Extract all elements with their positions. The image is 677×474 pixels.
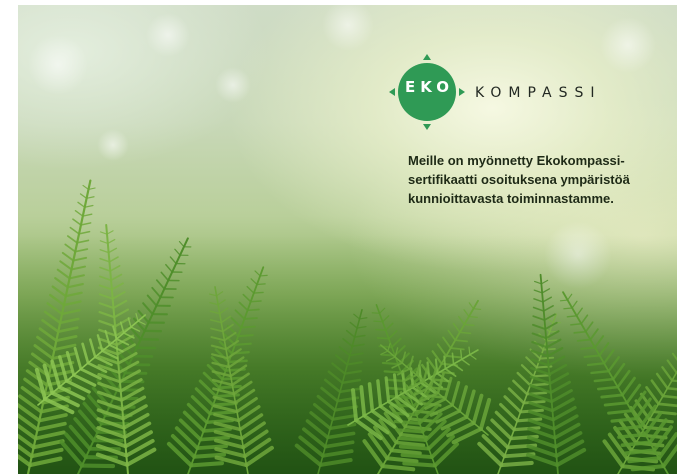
- fern-leaflet: [576, 338, 592, 342]
- fern-leaflet: [460, 349, 463, 361]
- fern-leaflet: [381, 361, 400, 366]
- fern-leaflet: [189, 461, 225, 468]
- fern-leaflet: [545, 339, 558, 342]
- fern-leaflet: [243, 317, 258, 320]
- fern-leaflet: [468, 346, 471, 356]
- fern-leaflet: [402, 461, 437, 468]
- fern-leaflet: [259, 274, 268, 277]
- statement-line: sertifikaatti osoituksena ympäristöä: [408, 172, 630, 187]
- fern-leaflet: [82, 184, 90, 190]
- west-arrow-icon: [389, 88, 395, 96]
- fern-leaflet: [542, 348, 556, 351]
- statement-line: kunnioittavasta toiminnastamme.: [408, 191, 614, 206]
- south-arrow-icon: [423, 124, 431, 130]
- fern-leaflet: [233, 342, 252, 346]
- fern-leaflet: [79, 193, 88, 199]
- fern-leaflet: [249, 300, 262, 303]
- ekokompassi-logo: EKO KOMPASSI: [389, 54, 649, 134]
- fern-leaflet: [198, 435, 230, 442]
- fern-leaflet: [383, 370, 403, 374]
- logo-kompassi-text: KOMPASSI: [475, 85, 602, 101]
- fern-leaflet: [559, 299, 569, 302]
- fern-leaflet: [459, 331, 472, 335]
- fern-leaflet: [72, 218, 82, 226]
- fern-leaflet: [472, 308, 482, 310]
- fern-leaflet: [373, 320, 384, 323]
- fern-leaflet: [468, 315, 478, 319]
- fern-leaflet: [443, 355, 447, 370]
- page: EKO KOMPASSI Meille on myönnetty Ekokomp…: [0, 0, 677, 474]
- fern-leaflet: [78, 230, 91, 235]
- fern-leaflet: [77, 201, 86, 208]
- fern-leaflet: [566, 315, 578, 318]
- fern-leaflet: [563, 307, 573, 310]
- fern-leaflet: [570, 322, 583, 326]
- fern-leaflet: [400, 453, 434, 460]
- logo-eko-text: EKO: [405, 78, 454, 96]
- fern-leaflet: [499, 460, 534, 468]
- fern-leaflet: [397, 436, 428, 442]
- fern-leaflet: [393, 419, 422, 425]
- fern-leaflet: [395, 428, 425, 434]
- fern-leaflet: [256, 283, 266, 286]
- north-arrow-icon: [423, 54, 431, 60]
- fern-leaflet: [211, 401, 238, 407]
- fern-leaflet: [573, 330, 587, 334]
- fern-leaflet: [463, 323, 475, 327]
- fern-leaflet: [205, 418, 234, 425]
- fern-leaflet: [253, 291, 264, 294]
- statement-line: Meille on myönnetty Ekokompassi-: [408, 153, 625, 168]
- fern-leaflet: [398, 444, 431, 451]
- fern-leaflet: [217, 384, 242, 390]
- fern-leaflet: [539, 356, 555, 360]
- certification-statement: Meille on myönnetty Ekokompassi- sertifi…: [408, 151, 658, 208]
- fern-leaflet: [451, 352, 455, 365]
- fern-leaflet: [237, 334, 254, 338]
- fern-leaflet: [195, 444, 228, 451]
- fern-leaflet: [106, 230, 114, 235]
- fern-leaflet: [449, 347, 465, 351]
- fern-leaflet: [371, 312, 381, 314]
- fern-leaflet: [246, 308, 260, 312]
- fern-leaflet: [375, 328, 387, 331]
- fern-leaflet: [69, 226, 80, 235]
- fern-leaflet: [240, 325, 256, 329]
- fern-leaflet: [376, 337, 390, 340]
- fern-leaflet: [532, 374, 551, 378]
- fern-leaflet: [74, 210, 84, 217]
- east-arrow-icon: [459, 88, 465, 96]
- fern-leaflet: [454, 339, 468, 343]
